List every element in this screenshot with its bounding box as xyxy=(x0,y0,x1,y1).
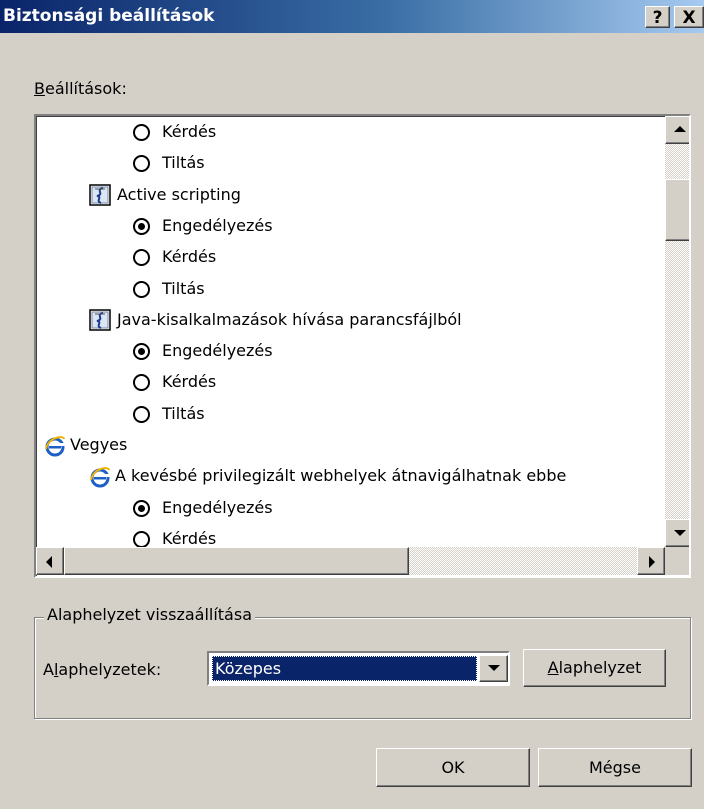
radio-checked-icon[interactable] xyxy=(133,343,150,361)
radio-option[interactable]: Tiltás xyxy=(133,398,205,429)
preset-label: Alaphelyzetek: xyxy=(43,660,162,679)
window-title: Biztonsági beállítások xyxy=(3,6,215,26)
radio-option[interactable]: Tiltás xyxy=(133,147,205,178)
radio-option[interactable]: Kérdés xyxy=(133,523,216,547)
preset-select[interactable]: Közepes xyxy=(207,651,510,686)
radio-option[interactable]: Tiltás xyxy=(133,273,205,304)
radio-option[interactable]: Engedélyezés xyxy=(133,210,273,241)
list-item-label: Kérdés xyxy=(162,247,217,267)
radio-option[interactable]: Kérdés xyxy=(133,241,216,272)
vertical-scrollbar[interactable] xyxy=(665,116,689,547)
cancel-button[interactable]: Mégse xyxy=(538,748,692,787)
up-arrow-icon xyxy=(674,126,686,132)
chevron-down-icon xyxy=(488,665,500,671)
down-arrow-icon xyxy=(674,530,686,536)
radio-option[interactable]: Kérdés xyxy=(133,116,216,147)
radio-unchecked-icon[interactable] xyxy=(133,155,150,173)
list-item-label: Kérdés xyxy=(162,122,217,141)
settings-label: Beállítások: xyxy=(34,79,127,98)
settings-tree-content: Kérdés Tiltás Active scripting Engedélyezés… xyxy=(36,116,665,547)
ie-icon xyxy=(44,435,66,457)
preset-dropdown-button[interactable] xyxy=(479,655,508,682)
vertical-scroll-thumb[interactable] xyxy=(665,179,689,241)
ok-button[interactable]: OK xyxy=(376,748,530,787)
radio-option[interactable]: Kérdés xyxy=(133,366,216,397)
list-item-label: Tiltás xyxy=(162,278,205,298)
list-item-label: Kérdés xyxy=(162,372,217,392)
radio-unchecked-icon[interactable] xyxy=(133,249,150,267)
help-button[interactable]: ? xyxy=(645,6,670,28)
reset-group-title: Alaphelyzet visszaállítása xyxy=(44,605,255,624)
setting-item: Java-kisalkalmazások hívása parancsfájlb… xyxy=(89,304,462,335)
scroll-down-button[interactable] xyxy=(665,519,689,547)
radio-checked-icon[interactable] xyxy=(133,499,150,517)
horizontal-scroll-thumb[interactable] xyxy=(64,547,409,575)
list-item-label: Engedélyezés xyxy=(162,341,273,361)
settings-tree[interactable]: Kérdés Tiltás Active scripting Engedélyezés… xyxy=(34,114,691,578)
list-item-label: Vegyes xyxy=(70,435,128,454)
script-icon xyxy=(89,184,111,206)
list-item-label: A kevésbé privilegizált webhelyek átnavi… xyxy=(115,466,567,486)
radio-unchecked-icon[interactable] xyxy=(133,124,150,141)
radio-unchecked-icon[interactable] xyxy=(133,280,150,298)
setting-item: A kevésbé privilegizált webhelyek átnavi… xyxy=(89,460,566,491)
list-item-label: Engedélyezés xyxy=(162,497,273,517)
right-arrow-icon xyxy=(649,556,655,568)
scroll-up-button[interactable] xyxy=(665,116,689,144)
left-arrow-icon xyxy=(46,556,52,568)
reset-button[interactable]: Alaphelyzet xyxy=(523,649,666,687)
list-item-label: Engedélyezés xyxy=(162,215,273,235)
radio-unchecked-icon[interactable] xyxy=(133,405,150,423)
list-item-label: Tiltás xyxy=(162,403,205,423)
scroll-left-button[interactable] xyxy=(36,547,64,575)
radio-checked-icon[interactable] xyxy=(133,217,150,235)
script-icon xyxy=(89,309,111,332)
category-item: Vegyes xyxy=(44,429,127,460)
radio-option[interactable]: Engedélyezés xyxy=(133,335,273,366)
scroll-corner xyxy=(665,547,689,575)
list-item-label: Java-kisalkalmazások hívása parancsfájlb… xyxy=(117,309,462,329)
horizontal-scrollbar[interactable] xyxy=(36,547,665,575)
radio-option[interactable]: Engedélyezés xyxy=(133,492,273,523)
ie-icon xyxy=(89,466,111,488)
setting-item: Active scripting xyxy=(89,179,241,210)
preset-select-value: Közepes xyxy=(212,656,477,681)
list-item-label: Tiltás xyxy=(162,153,205,173)
radio-unchecked-icon[interactable] xyxy=(133,374,150,392)
close-button[interactable]: X xyxy=(674,6,704,28)
scroll-right-button[interactable] xyxy=(637,547,665,575)
list-item-label: Active scripting xyxy=(117,184,241,204)
title-bar[interactable]: Biztonsági beállítások ? X xyxy=(0,0,704,33)
list-item-label: Kérdés xyxy=(162,528,217,547)
radio-unchecked-icon[interactable] xyxy=(133,530,150,547)
